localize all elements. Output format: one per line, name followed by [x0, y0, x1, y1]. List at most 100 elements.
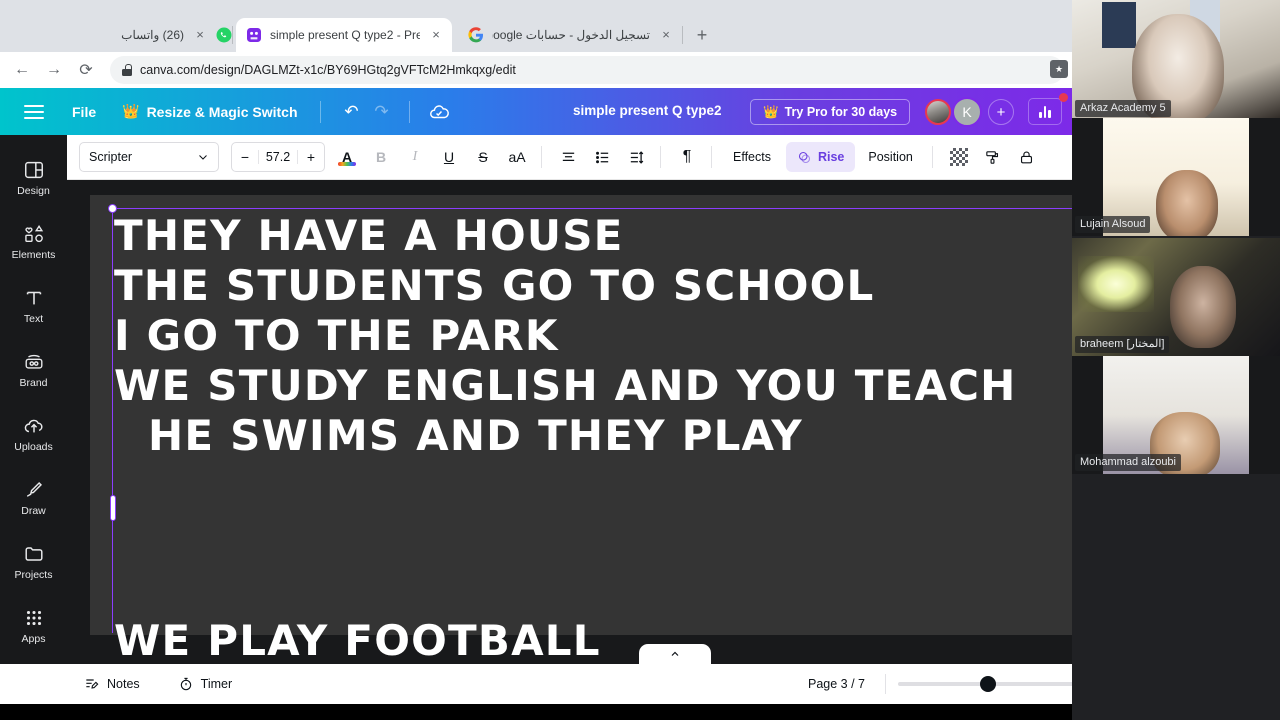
zoom-slider[interactable]: [898, 674, 1084, 694]
canvas-text-footer[interactable]: WE PLAY FOOTBALL: [114, 616, 601, 664]
chevron-up-icon: [671, 651, 679, 656]
back-icon[interactable]: ←: [8, 56, 36, 84]
video-tile[interactable]: braheem [المختار]: [1072, 238, 1280, 356]
animate-rise-button[interactable]: Rise: [785, 142, 856, 172]
strikethrough-button[interactable]: S: [467, 141, 499, 173]
sidebar-item-label: Draw: [21, 505, 46, 517]
browser-tabstrip: (26) واتساب × simple present Q type2 - P…: [0, 0, 1072, 52]
canvas-text-line: THE STUDENTS GO TO SCHOOL: [114, 261, 875, 310]
timer-label: Timer: [200, 677, 233, 691]
forward-icon[interactable]: →: [40, 56, 68, 84]
letter-case-button[interactable]: aA: [501, 141, 533, 173]
toolbar-divider: [319, 100, 321, 123]
browser-tab-whatsapp[interactable]: (26) واتساب ×: [60, 18, 240, 52]
sidebar-item-uploads[interactable]: Uploads: [4, 403, 64, 465]
canvas-page[interactable]: THEY HAVE A HOUSE THE STUDENTS GO TO SCH…: [90, 195, 1072, 664]
participant-name: Arkaz Academy 5: [1075, 100, 1171, 117]
notes-icon: [86, 679, 99, 689]
cloud-saved-icon[interactable]: [424, 97, 454, 127]
sidebar-item-text[interactable]: Text: [4, 275, 64, 337]
notification-badge: [1059, 93, 1068, 102]
notes-label: Notes: [107, 677, 140, 691]
canvas-text-block[interactable]: THEY HAVE A HOUSE THE STUDENTS GO TO SCH…: [114, 211, 1072, 461]
font-size-stepper[interactable]: − 57.2 +: [231, 142, 325, 172]
paragraph-button[interactable]: ¶: [671, 141, 703, 173]
video-tile[interactable]: Mohammad alzoubi: [1072, 356, 1280, 474]
redo-icon[interactable]: ↷: [367, 97, 397, 127]
timer-button[interactable]: Timer: [170, 670, 240, 698]
new-tab-button[interactable]: +: [690, 24, 714, 48]
chevron-down-icon: [199, 155, 207, 160]
menu-icon[interactable]: [24, 104, 44, 119]
toolbar-divider: [711, 146, 712, 168]
copy-style-button[interactable]: [977, 141, 1009, 173]
bold-button[interactable]: B: [365, 141, 397, 173]
video-tile[interactable]: Lujain Alsoud: [1072, 118, 1280, 236]
sidebar-item-elements[interactable]: Elements: [4, 211, 64, 273]
toolbar-divider: [885, 674, 886, 694]
video-tile[interactable]: Arkaz Academy 5: [1072, 0, 1280, 120]
notes-button[interactable]: Notes: [76, 670, 148, 698]
position-button[interactable]: Position: [857, 142, 923, 172]
close-icon[interactable]: ×: [192, 27, 208, 43]
italic-button[interactable]: I: [399, 141, 431, 173]
font-size-value[interactable]: 57.2: [258, 150, 298, 164]
list-button[interactable]: [586, 141, 618, 173]
text-align-button[interactable]: [552, 141, 584, 173]
reload-icon[interactable]: ⟳: [72, 56, 100, 84]
effects-button[interactable]: Effects: [722, 142, 782, 172]
font-size-decrease[interactable]: −: [232, 149, 258, 165]
sidebar-item-label: Projects: [14, 569, 53, 581]
resize-magic-switch-button[interactable]: 👑 Resize & Magic Switch: [122, 103, 297, 120]
participant-name: braheem [المختار]: [1075, 336, 1170, 353]
transparency-button[interactable]: [943, 141, 975, 173]
brand-icon: [25, 354, 42, 369]
apps-icon: [26, 610, 41, 626]
font-size-increase[interactable]: +: [298, 149, 324, 165]
lock-button[interactable]: [1011, 141, 1043, 173]
font-family-select[interactable]: Scripter: [79, 142, 219, 172]
try-pro-button[interactable]: 👑 Try Pro for 30 days: [750, 99, 911, 125]
sidebar-item-projects[interactable]: Projects: [4, 531, 64, 593]
selection-handle-left[interactable]: [110, 495, 116, 521]
underline-button[interactable]: U: [433, 141, 465, 173]
line-spacing-icon: [630, 150, 643, 164]
close-icon[interactable]: ×: [428, 27, 444, 43]
color-swatch: [338, 162, 356, 166]
page-indicator[interactable]: Page 3 / 7: [808, 677, 865, 691]
sidebar-item-brand[interactable]: Brand: [4, 339, 64, 401]
projects-icon: [24, 547, 43, 561]
browser-tab-google[interactable]: تسجيل الدخول - حسابات Google ×: [458, 18, 682, 52]
avatar[interactable]: K: [952, 97, 982, 127]
browser-chrome: (26) واتساب × simple present Q type2 - P…: [0, 0, 1072, 88]
sidebar-item-label: Apps: [21, 633, 46, 645]
sidebar-item-draw[interactable]: Draw: [4, 467, 64, 529]
background-light: [1078, 256, 1154, 312]
canvas-text-line: i GO TO THE PARK: [114, 311, 559, 360]
sidebar-item-apps[interactable]: Apps: [4, 595, 64, 657]
collapse-panel-button[interactable]: [639, 644, 711, 664]
canva-topbar: File 👑 Resize & Magic Switch ↶ ↷ simple …: [0, 88, 1072, 135]
align-center-icon: [562, 152, 574, 161]
undo-icon[interactable]: ↶: [337, 97, 367, 127]
document-title[interactable]: simple present Q type2: [573, 103, 722, 118]
insights-icon[interactable]: [1028, 98, 1062, 125]
browser-toolbar: ← → ⟳ canva.com/design/DAGLMZt-x1c/BY69H…: [0, 52, 1072, 88]
sidebar-item-label: Brand: [19, 377, 48, 389]
design-canvas[interactable]: THEY HAVE A HOUSE THE STUDENTS GO TO SCH…: [67, 180, 1072, 664]
zoom-slider-thumb[interactable]: [980, 676, 996, 692]
tab-separator: [232, 26, 233, 44]
font-color-button[interactable]: A: [331, 141, 363, 173]
file-menu-button[interactable]: File: [72, 104, 96, 120]
sidebar-item-design[interactable]: Design: [4, 147, 64, 209]
avatar-collaborator[interactable]: [925, 99, 951, 125]
checkerboard-icon: [949, 148, 968, 166]
bookmark-icon[interactable]: ★: [1050, 60, 1068, 78]
browser-tab-canva[interactable]: simple present Q type2 - Present ×: [236, 18, 452, 52]
spacing-button[interactable]: [620, 141, 652, 173]
paint-roller-icon: [986, 150, 999, 164]
close-icon[interactable]: ×: [658, 27, 674, 43]
canvas-text-line: HE SWiMS AND THEY PLAY: [148, 411, 803, 460]
address-bar[interactable]: canva.com/design/DAGLMZt-x1c/BY69HGtq2gV…: [110, 56, 1064, 84]
share-add-button[interactable]: +: [988, 99, 1014, 125]
